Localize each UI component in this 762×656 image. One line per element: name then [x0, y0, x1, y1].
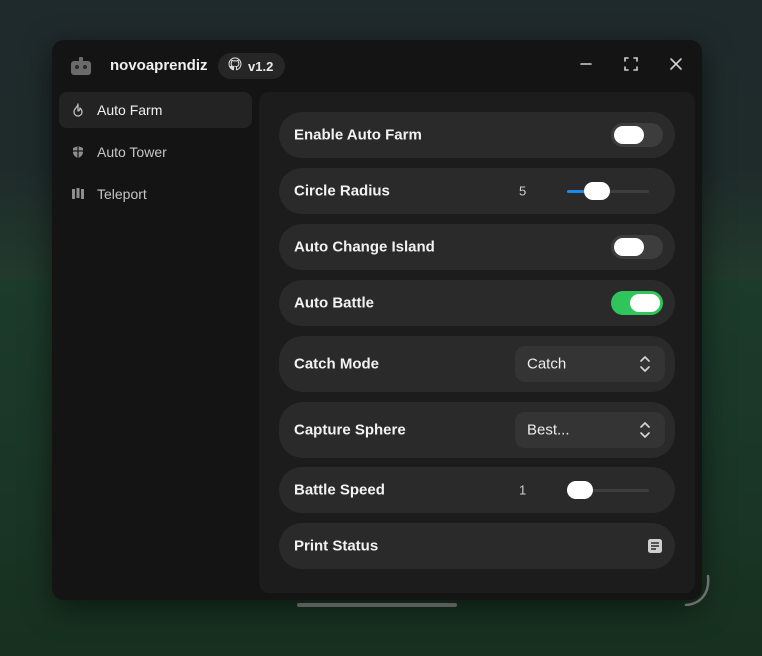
- battle-speed-row: Battle Speed 1: [279, 467, 675, 513]
- catch-mode-value: Catch: [527, 355, 567, 373]
- gamepad-icon: [70, 56, 92, 76]
- settings-panel: Enable Auto Farm Circle Radius 5 Auto Ch…: [259, 92, 695, 593]
- sidebar-item-label: Auto Tower: [97, 144, 167, 160]
- capture-sphere-label: Capture Sphere: [294, 421, 406, 439]
- auto-change-island-label: Auto Change Island: [294, 238, 435, 256]
- minimize-button[interactable]: [574, 54, 598, 78]
- sidebar-item-label: Auto Farm: [97, 102, 163, 118]
- document-icon[interactable]: [647, 538, 663, 554]
- auto-change-island-toggle[interactable]: [611, 235, 663, 259]
- github-icon: [228, 56, 242, 76]
- flame-icon: [71, 103, 85, 117]
- battle-speed-value: 1: [519, 482, 527, 498]
- toggle-knob: [614, 238, 644, 256]
- battle-speed-slider[interactable]: [567, 481, 649, 499]
- capture-sphere-row: Capture Sphere Best...: [279, 402, 675, 458]
- catch-mode-label: Catch Mode: [294, 355, 380, 373]
- app-window: novoaprendiz v1.2 Auto Farm Auto Tower T…: [52, 40, 702, 600]
- sidebar-item-label: Teleport: [97, 186, 147, 202]
- github-version-button[interactable]: v1.2: [218, 53, 286, 79]
- circle-radius-value: 5: [519, 183, 527, 199]
- sidebar-item-auto-tower[interactable]: Auto Tower: [59, 134, 252, 170]
- enable-auto-farm-row: Enable Auto Farm: [279, 112, 675, 158]
- resize-handle[interactable]: [297, 603, 457, 607]
- catch-mode-row: Catch Mode Catch: [279, 336, 675, 392]
- chevron-up-down-icon: [639, 355, 651, 373]
- sidebar-item-auto-farm[interactable]: Auto Farm: [59, 92, 252, 128]
- slider-thumb[interactable]: [567, 481, 593, 499]
- version-label: v1.2: [248, 58, 274, 74]
- battle-speed-label: Battle Speed: [294, 481, 385, 499]
- map-icon: [71, 187, 85, 201]
- close-icon: [669, 57, 683, 76]
- capture-sphere-dropdown[interactable]: Best...: [515, 412, 665, 448]
- capture-sphere-value: Best...: [527, 421, 570, 439]
- auto-battle-toggle[interactable]: [611, 291, 663, 315]
- chevron-up-down-icon: [639, 421, 651, 439]
- catch-mode-dropdown[interactable]: Catch: [515, 346, 665, 382]
- close-button[interactable]: [664, 54, 688, 78]
- print-status-label: Print Status: [294, 537, 379, 555]
- auto-change-island-row: Auto Change Island: [279, 224, 675, 270]
- circle-radius-slider[interactable]: [567, 182, 649, 200]
- sidebar-item-teleport[interactable]: Teleport: [59, 176, 252, 212]
- auto-battle-row: Auto Battle: [279, 280, 675, 326]
- enable-auto-farm-toggle[interactable]: [611, 123, 663, 147]
- title-bar[interactable]: novoaprendiz v1.2: [52, 40, 702, 92]
- print-status-row[interactable]: Print Status: [279, 523, 675, 569]
- toggle-knob: [614, 126, 644, 144]
- corner-resize-icon[interactable]: [682, 574, 710, 607]
- app-title: novoaprendiz: [110, 57, 208, 74]
- circle-radius-label: Circle Radius: [294, 182, 390, 200]
- maximize-button[interactable]: [619, 54, 643, 78]
- sidebar: Auto Farm Auto Tower Teleport: [59, 92, 252, 218]
- enable-auto-farm-label: Enable Auto Farm: [294, 126, 422, 144]
- auto-battle-label: Auto Battle: [294, 294, 374, 312]
- maximize-icon: [623, 56, 639, 77]
- slider-thumb[interactable]: [583, 182, 610, 200]
- minimize-icon: [579, 57, 593, 76]
- circle-radius-row: Circle Radius 5: [279, 168, 675, 214]
- shield-icon: [71, 145, 85, 159]
- toggle-knob: [630, 294, 660, 312]
